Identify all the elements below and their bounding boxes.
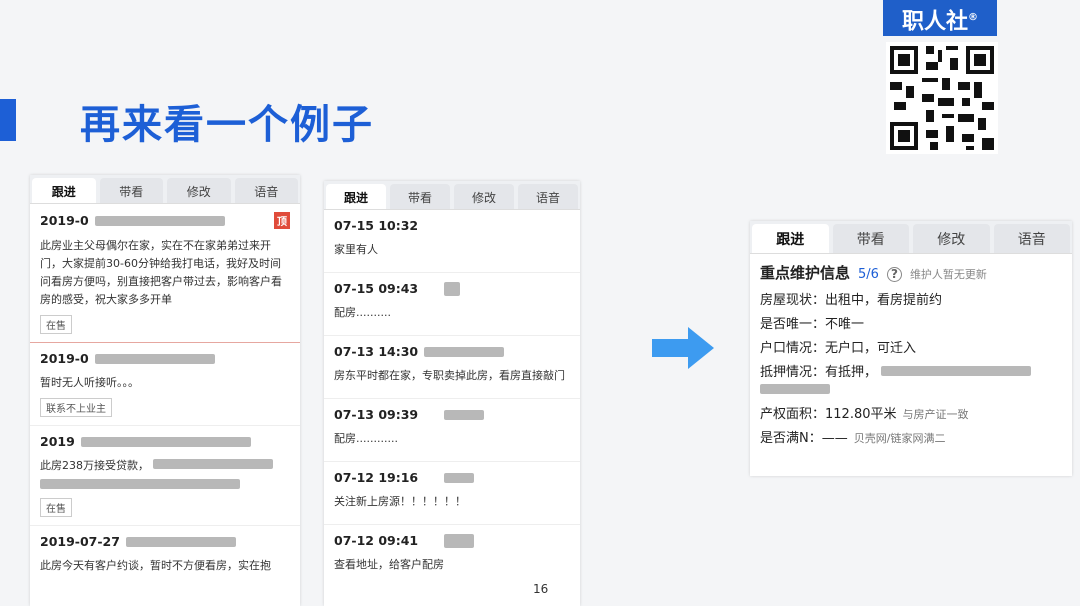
entry-text: 此房业主父母偶尔在家，实在不在家弟弟过来开门，大家提前30-60分钟给我打电话，…	[40, 239, 282, 306]
info-label: 抵押情况：	[760, 365, 826, 380]
entry-text-visible: 此房238万接受贷款，	[40, 459, 149, 472]
entry-text: 房东平时都在家，专职卖掉此房，看房直接敲门	[334, 369, 565, 382]
redacted-text	[444, 281, 461, 296]
tab-voice[interactable]: 语音	[993, 224, 1070, 253]
heading-text: 重点维护信息	[760, 264, 851, 282]
info-row: 户口情况：无户口，可迁入	[750, 337, 1072, 361]
info-row: 房屋现状：出租中，看房提前约	[750, 289, 1072, 313]
redacted-text	[444, 533, 475, 548]
redacted-text	[94, 215, 225, 226]
redacted-text	[444, 472, 475, 483]
list-item[interactable]: 07-13 14:30 房东平时都在家，专职卖掉此房，看房直接敲门	[324, 336, 580, 399]
info-value: 112.80平米	[825, 407, 897, 422]
tab-edit[interactable]: 修改	[454, 184, 514, 209]
list-item[interactable]: 07-12 09:41 查看地址，给客户配房	[324, 525, 580, 587]
redacted-text	[444, 409, 485, 420]
entry-text: 查看地址，给客户配房	[334, 558, 444, 571]
maintenance-note: 维护人暂无更新	[909, 268, 987, 281]
entry-date: 07-15 10:32	[334, 218, 419, 233]
follow-up-panel-brief: 跟进 带看 修改 语音 07-15 10:32 家里有人 07-15 09:43 配…	[324, 181, 580, 606]
entry-text: 配房..........	[334, 306, 391, 319]
info-value: ——	[821, 431, 848, 446]
info-label: 是否满N：	[760, 431, 822, 446]
redacted-text	[94, 353, 215, 364]
key-info-panel: 跟进 带看 修改 语音 重点维护信息 5/6 ? 维护人暂无更新 房屋现状：出租…	[750, 221, 1072, 476]
info-heading: 重点维护信息 5/6 ? 维护人暂无更新	[750, 254, 1072, 289]
entry-date: 07-12 09:41	[334, 533, 419, 548]
info-label: 是否唯一：	[760, 317, 826, 332]
right-arrow-icon	[652, 327, 714, 369]
redacted-text	[152, 459, 273, 469]
panel-tabs: 跟进 带看 修改 语音	[30, 175, 300, 204]
status-tag: 联系不上业主	[40, 398, 112, 417]
tab-voice[interactable]: 语音	[234, 178, 298, 203]
tab-follow-up[interactable]: 跟进	[752, 224, 829, 253]
redacted-text	[80, 436, 251, 447]
list-item[interactable]: 2019 此房238万接受贷款， 在售	[30, 426, 300, 526]
top-badge: 顶	[274, 212, 290, 229]
panel-tabs: 跟进 带看 修改 语音	[324, 181, 580, 210]
accent-bar	[0, 99, 16, 141]
entry-text: 此房238万接受贷款，	[40, 457, 290, 475]
status-tag: 在售	[40, 498, 72, 517]
tab-follow-up[interactable]: 跟进	[326, 184, 386, 209]
list-item[interactable]: 07-15 10:32 家里有人	[324, 210, 580, 273]
entry-date: 2019-0	[40, 213, 89, 228]
list-item[interactable]: 2019-0 顶 此房业主父母偶尔在家，实在不在家弟弟过来开门，大家提前30-60…	[30, 204, 300, 343]
redacted-text	[760, 384, 830, 394]
info-value: 不唯一	[825, 317, 865, 332]
tab-follow-up[interactable]: 跟进	[32, 178, 96, 203]
panel-tabs: 跟进 带看 修改 语音	[750, 221, 1072, 254]
info-label: 产权面积：	[760, 407, 826, 422]
entry-text: 此房今天有客户约谈，暂时不方便看房，实在抱	[40, 559, 271, 572]
slide-title: 再来看一个例子	[80, 102, 374, 148]
qr-code	[886, 42, 998, 154]
redacted-line	[40, 479, 290, 492]
info-sub: 与房产证一致	[902, 408, 969, 421]
redacted-text	[424, 346, 505, 357]
entry-date: 07-12 19:16	[334, 470, 419, 485]
entry-date: 2019-0	[40, 351, 89, 366]
tab-edit[interactable]: 修改	[167, 178, 231, 203]
tab-voice[interactable]: 语音	[518, 184, 578, 209]
tab-viewing[interactable]: 带看	[99, 178, 163, 203]
info-row: 是否唯一：不唯一	[750, 313, 1072, 337]
page-number: 16	[533, 582, 549, 596]
info-row: 抵押情况：有抵押，	[750, 361, 1072, 403]
entry-text: 配房............	[334, 432, 398, 445]
follow-up-panel-detailed: 跟进 带看 修改 语音 2019-0 顶 此房业主父母偶尔在家，实在不在家弟弟过来…	[30, 175, 300, 606]
brand-logo: 职人社®	[883, 0, 997, 36]
entry-date: 07-13 09:39	[334, 407, 419, 422]
tab-viewing[interactable]: 带看	[832, 224, 909, 253]
list-item[interactable]: 2019-07-27 此房今天有客户约谈，暂时不方便看房，实在抱	[30, 526, 300, 583]
tab-viewing[interactable]: 带看	[390, 184, 450, 209]
info-label: 户口情况：	[760, 341, 826, 356]
info-label: 房屋现状：	[760, 293, 826, 308]
info-row: 产权面积：112.80平米 与房产证一致	[750, 403, 1072, 427]
brand-name: 职人社	[901, 9, 968, 35]
maintenance-count: 5/6	[858, 267, 879, 282]
list-item[interactable]: 07-13 09:39 配房............	[324, 399, 580, 462]
list-item[interactable]: 2019-0 暂时无人听接听。。。 联系不上业主	[30, 343, 300, 426]
entry-text: 暂时无人听接听。。。	[40, 376, 139, 389]
list-item[interactable]: 07-15 09:43 配房..........	[324, 273, 580, 336]
brand-mark: ®	[968, 12, 978, 23]
entry-date: 07-13 14:30	[334, 344, 419, 359]
info-value: 有抵押，	[825, 365, 878, 380]
tab-edit[interactable]: 修改	[913, 224, 990, 253]
entry-date: 2019-07-27	[40, 534, 120, 549]
status-tag: 在售	[40, 315, 72, 334]
info-row: 是否满N：—— 贝壳网/链家网满二	[750, 427, 1072, 451]
info-value: 无户口，可迁入	[825, 341, 917, 356]
help-icon[interactable]: ?	[886, 267, 902, 282]
entry-text: 家里有人	[334, 243, 378, 256]
redacted-text	[881, 366, 1032, 376]
entry-date: 2019	[40, 434, 75, 449]
info-value: 出租中，看房提前约	[825, 293, 943, 308]
list-item[interactable]: 07-12 19:16 关注新上房源！！！！！！	[324, 462, 580, 525]
entry-text: 关注新上房源！！！！！！	[334, 495, 466, 508]
entry-date: 07-15 09:43	[334, 281, 419, 296]
redacted-text	[125, 536, 236, 547]
info-sub: 贝壳网/链家网满二	[853, 432, 946, 445]
